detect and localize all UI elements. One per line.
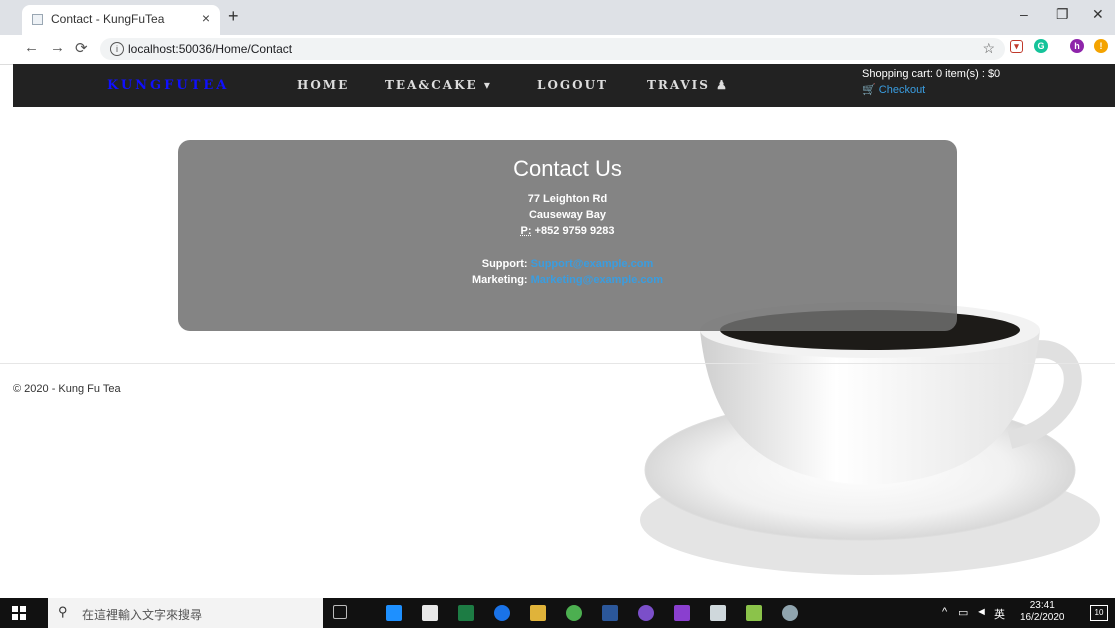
site-navbar: KUNGFUTEA HOME TEA&CAKE ▾ LOGOUT TRAVIS … [13, 64, 1115, 107]
tab-close-icon[interactable]: × [202, 10, 210, 26]
nav-tea-cake-dropdown[interactable]: TEA&CAKE ▾ [385, 78, 492, 92]
pocket-extension-icon[interactable]: ▾ [1010, 40, 1023, 53]
word-icon[interactable] [602, 605, 618, 621]
page-favicon-icon [32, 14, 43, 25]
clock-date: 16/2/2020 [1020, 612, 1065, 623]
support-email-link[interactable]: Support@example.com [531, 258, 654, 270]
edge-icon[interactable] [494, 605, 510, 621]
grammarly-extension-icon[interactable]: G [1034, 39, 1048, 53]
windows-taskbar: ⚲ 在這裡輸入文字來搜尋 ^ ▭ ◄ 英 23:41 16/2/2020 10 [0, 598, 1115, 628]
photos-icon[interactable] [710, 605, 726, 621]
search-placeholder: 在這裡輸入文字來搜尋 [82, 608, 203, 622]
tray-volume-icon[interactable]: ◄ [976, 606, 987, 618]
shopping-cart-summary: Shopping cart: 0 item(s) : $0 [862, 68, 1001, 80]
ime-indicator[interactable]: 英 [994, 606, 1005, 622]
phone-number: +852 9759 9283 [534, 225, 615, 237]
minimize-icon[interactable]: – [1020, 6, 1028, 22]
task-view-icon[interactable] [333, 605, 347, 619]
phone-label: P: [520, 225, 532, 237]
chrome-icon[interactable] [566, 605, 582, 621]
support-label: Support: [481, 258, 528, 270]
browser-address-bar: ← → ⟳ i localhost:50036/Home/Contact ☆ [0, 35, 1115, 65]
app-circle-icon[interactable] [638, 605, 654, 621]
alert-extension-icon[interactable]: ! [1094, 39, 1108, 53]
marketing-email-link[interactable]: Marketing@example.com [531, 274, 663, 286]
tray-battery-icon[interactable]: ▭ [958, 606, 968, 619]
nav-home[interactable]: HOME [297, 78, 349, 92]
new-tab-button[interactable]: + [228, 6, 239, 27]
cart-icon: 🛒 [862, 84, 876, 96]
address-line-1: 77 Leighton Rd [527, 193, 608, 205]
browser-tab-bar: Contact - KungFuTea × + – ❐ ✕ [0, 0, 1115, 35]
checkout-link[interactable]: 🛒 Checkout [862, 83, 925, 96]
store-icon[interactable] [422, 605, 438, 621]
footer-divider [0, 363, 1115, 364]
taskbar-clock[interactable]: 23:41 16/2/2020 [1020, 600, 1065, 624]
reload-icon[interactable]: ⟳ [75, 39, 88, 57]
marketing-label: Marketing: [471, 274, 528, 286]
windows-start-icon[interactable] [12, 606, 26, 620]
browser-tab[interactable]: Contact - KungFuTea × [22, 5, 220, 35]
url-text: localhost:50036/Home/Contact [128, 42, 293, 56]
restore-icon[interactable]: ❐ [1056, 6, 1069, 23]
contact-panel: Contact Us 77 Leighton Rd Causeway Bay P… [178, 140, 957, 331]
footer-copyright: © 2020 - Kung Fu Tea [13, 383, 121, 395]
phone-line: P: +852 9759 9283 [178, 225, 957, 237]
nav-user-label: TRAVIS [647, 78, 710, 92]
taskbar-search-input[interactable]: ⚲ 在這裡輸入文字來搜尋 [48, 598, 323, 628]
checkout-label: Checkout [878, 84, 926, 96]
profile-avatar-icon[interactable]: h [1070, 39, 1084, 53]
clock-time: 23:41 [1029, 600, 1055, 611]
nav-user[interactable]: TRAVIS ♟ [647, 78, 729, 92]
back-arrow-icon[interactable]: ← [24, 39, 39, 56]
close-window-icon[interactable]: ✕ [1092, 6, 1104, 23]
nav-logout[interactable]: LOGOUT [537, 78, 608, 92]
marketing-line: Marketing: Marketing@example.com [178, 274, 957, 286]
info-icon[interactable]: i [110, 42, 124, 56]
tab-title: Contact - KungFuTea [51, 12, 165, 26]
app-l-icon[interactable] [386, 605, 402, 621]
address-line-2: Causeway Bay [528, 209, 607, 221]
visual-studio-icon[interactable] [674, 605, 690, 621]
page-title: Contact Us [513, 156, 622, 181]
tray-chevron-icon[interactable]: ^ [942, 606, 947, 618]
support-line: Support: Support@example.com [178, 258, 957, 270]
excel-icon[interactable] [458, 605, 474, 621]
paint-icon[interactable] [782, 605, 798, 621]
forward-arrow-icon[interactable]: → [50, 39, 65, 56]
brand-logo[interactable]: KUNGFUTEA [107, 78, 229, 93]
bookmark-star-icon[interactable]: ☆ [982, 40, 995, 57]
notification-center-icon[interactable]: 10 [1090, 605, 1108, 621]
file-explorer-icon[interactable] [530, 605, 546, 621]
url-input[interactable]: i localhost:50036/Home/Contact ☆ [100, 38, 1005, 60]
notepad-icon[interactable] [746, 605, 762, 621]
user-icon: ♟ [709, 78, 729, 92]
search-icon: ⚲ [58, 604, 68, 619]
